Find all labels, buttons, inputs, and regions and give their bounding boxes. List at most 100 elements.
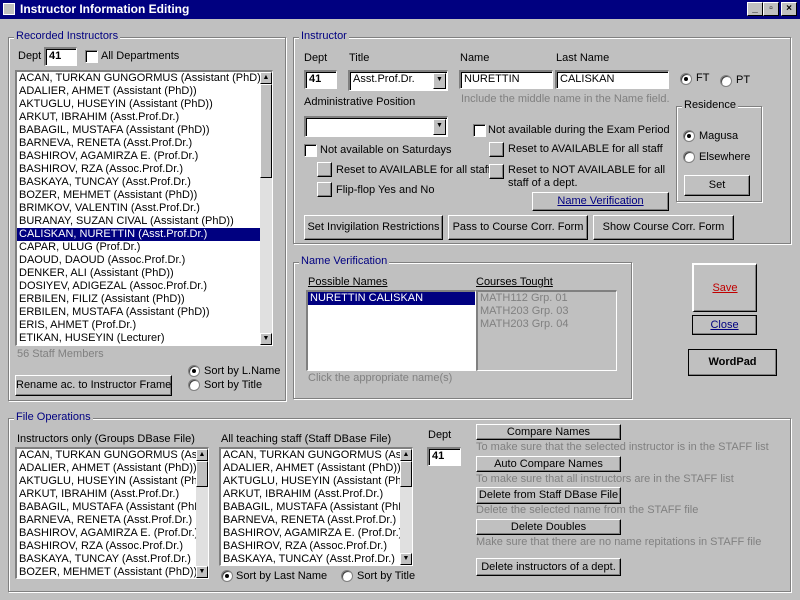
instructor-list-item[interactable]: ARKUT, IBRAHIM (Asst.Prof.Dr.) (17, 111, 272, 124)
auto-compare-button[interactable]: Auto Compare Names (476, 456, 621, 472)
recorded-instructors-list[interactable]: ACAN, TURKAN GUNGORMUS (Assistant (PhD))… (15, 70, 273, 346)
all-staff-list[interactable]: ACAN, TURKAN GUNGORMUS (Assistant (PhD))… (219, 447, 413, 566)
scroll-down-arrow-icon[interactable]: ▼ (260, 333, 272, 345)
all-staff-item[interactable]: BASHIROV, RZA (Assoc.Prof.Dr.) (221, 540, 412, 553)
possible-name-item[interactable]: NURETTIN CALISKAN (308, 292, 475, 305)
not-available-exam-checkbox[interactable] (473, 124, 486, 137)
instructor-list-item[interactable]: CALISKAN, NURETTIN (Asst.Prof.Dr.) (17, 228, 272, 241)
scroll-down-arrow-icon[interactable]: ▼ (196, 566, 208, 578)
all-staff-item[interactable]: ACAN, TURKAN GUNGORMUS (Assistant (PhD)) (221, 449, 412, 462)
elsewhere-radio[interactable] (683, 151, 695, 163)
instructor-list-item[interactable]: BASHIROV, RZA (Assoc.Prof.Dr.) (17, 163, 272, 176)
instructor-list-item[interactable]: ERIS, AHMET (Prof.Dr.) (17, 319, 272, 332)
pass-course-button[interactable]: Pass to Course Corr. Form (448, 215, 588, 240)
delete-dept-button[interactable]: Delete instructors of a dept. (476, 558, 621, 576)
instructors-only-item[interactable]: ACAN, TURKAN GUNGORMUS (Assistant (PhD)) (17, 449, 208, 462)
ft-radio[interactable] (680, 73, 692, 85)
close-window-button[interactable]: × (781, 2, 797, 16)
lastname-field[interactable]: CALISKAN (555, 70, 669, 89)
flip-flop-button[interactable] (317, 182, 332, 197)
recorded-dept-field[interactable]: 41 (44, 47, 77, 66)
residence-title: Residence (682, 99, 738, 111)
all-staff-item[interactable]: BASHIROV, AGAMIRZA E. (Prof.Dr.) (221, 527, 412, 540)
instructors-only-item[interactable]: BABAGIL, MUSTAFA (Assistant (PhD)) (17, 501, 208, 514)
instructors-only-item[interactable]: BASHIROV, RZA (Assoc.Prof.Dr.) (17, 540, 208, 553)
instructors-only-item[interactable]: ADALIER, AHMET (Assistant (PhD)) (17, 462, 208, 475)
instructor-list-item[interactable]: BABAGIL, MUSTAFA (Assistant (PhD)) (17, 124, 272, 137)
instructor-list-item[interactable]: BASHIROV, AGAMIRZA E. (Prof.Dr.) (17, 150, 272, 163)
admin-dropdown-arrow-icon[interactable]: ▼ (433, 119, 446, 135)
delete-staff-button[interactable]: Delete from Staff DBase File (476, 487, 621, 504)
all-staff-item[interactable]: ARKUT, IBRAHIM (Asst.Prof.Dr.) (221, 488, 412, 501)
instructor-list-item[interactable]: ETIKAN, HUSEYIN (Lecturer) (17, 332, 272, 345)
all-staff-scrollbar[interactable]: ▲ ▼ (400, 449, 412, 565)
instructor-list-item[interactable]: BOZER, MEHMET (Assistant (PhD)) (17, 189, 272, 202)
reset-not-available-button[interactable] (489, 164, 504, 179)
set-invigilation-button[interactable]: Set Invigilation Restrictions (304, 215, 443, 240)
not-available-saturdays-checkbox[interactable] (304, 144, 317, 157)
instructor-list-item[interactable]: BURANAY, SUZAN CIVAL (Assistant (PhD)) (17, 215, 272, 228)
all-staff-item[interactable]: ADALIER, AHMET (Assistant (PhD)) (221, 462, 412, 475)
reset-available-left-button[interactable] (317, 162, 332, 177)
magusa-radio[interactable] (683, 130, 695, 142)
instructor-list-item[interactable]: CAPAR, ULUG (Prof.Dr.) (17, 241, 272, 254)
instructor-list-item[interactable]: ERBILEN, FILIZ (Assistant (PhD)) (17, 293, 272, 306)
maximize-button[interactable]: ▫ (763, 2, 779, 16)
all-staff-item[interactable]: BARNEVA, RENETA (Asst.Prof.Dr.) (221, 514, 412, 527)
name-field[interactable]: NURETTIN (459, 70, 553, 89)
sort-last-name-radio[interactable] (221, 570, 233, 582)
reset-available-right-button[interactable] (489, 142, 504, 157)
wordpad-button[interactable]: WordPad (688, 349, 777, 376)
minimize-button[interactable]: _ (747, 2, 763, 16)
scroll-thumb[interactable] (196, 461, 208, 487)
scroll-up-arrow-icon[interactable]: ▲ (400, 449, 412, 461)
instructors-only-scrollbar[interactable]: ▲ ▼ (196, 449, 208, 578)
possible-names-list[interactable]: NURETTIN CALISKAN (306, 290, 476, 371)
instructors-only-item[interactable]: AKTUGLU, HUSEYIN (Assistant (PhD)) (17, 475, 208, 488)
sort-title-radio[interactable] (188, 379, 200, 391)
instructor-list-item[interactable]: DAOUD, DAOUD (Assoc.Prof.Dr.) (17, 254, 272, 267)
scroll-up-arrow-icon[interactable]: ▲ (260, 72, 272, 84)
instructors-only-item[interactable]: ARKUT, IBRAHIM (Asst.Prof.Dr.) (17, 488, 208, 501)
title-bar[interactable]: Instructor Information Editing _ ▫ × (0, 0, 800, 19)
scroll-down-arrow-icon[interactable]: ▼ (400, 553, 412, 565)
instructor-list-item[interactable]: ERBILEN, MUSTAFA (Assistant (PhD)) (17, 306, 272, 319)
close-button[interactable]: Close (692, 315, 757, 335)
title-dropdown-arrow-icon[interactable]: ▼ (433, 73, 446, 89)
compare-names-button[interactable]: Compare Names (476, 424, 621, 440)
all-staff-item[interactable]: AKTUGLU, HUSEYIN (Assistant (PhD)) (221, 475, 412, 488)
scroll-thumb[interactable] (260, 84, 272, 178)
instructor-list-item[interactable]: ACAN, TURKAN GUNGORMUS (Assistant (PhD)) (17, 72, 272, 85)
instructor-list-item[interactable]: AKTUGLU, HUSEYIN (Assistant (PhD)) (17, 98, 272, 111)
scroll-thumb[interactable] (400, 461, 412, 487)
show-course-button[interactable]: Show Course Corr. Form (593, 215, 734, 240)
instructors-only-item[interactable]: BASKAYA, TUNCAY (Asst.Prof.Dr.) (17, 553, 208, 566)
sort-lname-radio[interactable] (188, 365, 200, 377)
all-staff-item[interactable]: BASKAYA, TUNCAY (Asst.Prof.Dr.) (221, 553, 412, 565)
instructor-list-item[interactable]: BRIMKOV, VALENTIN (Asst.Prof.Dr.) (17, 202, 272, 215)
title-dropdown[interactable]: Asst.Prof.Dr. ▼ (348, 70, 448, 91)
name-verification-button[interactable]: Name Verification (532, 192, 669, 211)
instructor-list-item[interactable]: BASKAYA, TUNCAY (Asst.Prof.Dr.) (17, 176, 272, 189)
instructor-list-item[interactable]: BARNEVA, RENETA (Asst.Prof.Dr.) (17, 137, 272, 150)
delete-doubles-button[interactable]: Delete Doubles (476, 519, 621, 535)
instructors-only-item[interactable]: BASHIROV, AGAMIRZA E. (Prof.Dr.) (17, 527, 208, 540)
instructor-list-item[interactable]: DOSIYEV, ADIGEZAL (Assoc.Prof.Dr.) (17, 280, 272, 293)
all-staff-item[interactable]: BABAGIL, MUSTAFA (Assistant (PhD)) (221, 501, 412, 514)
scroll-up-arrow-icon[interactable]: ▲ (196, 449, 208, 461)
instructors-only-item[interactable]: BARNEVA, RENETA (Asst.Prof.Dr.) (17, 514, 208, 527)
instructors-only-item[interactable]: BOZER, MEHMET (Assistant (PhD)) (17, 566, 208, 578)
recorded-list-scrollbar[interactable]: ▲ ▼ (260, 72, 272, 345)
instructor-list-item[interactable]: ADALIER, AHMET (Assistant (PhD)) (17, 85, 272, 98)
instructors-only-list[interactable]: ACAN, TURKAN GUNGORMUS (Assistant (PhD))… (15, 447, 209, 579)
pt-radio[interactable] (720, 75, 732, 87)
all-departments-checkbox[interactable] (85, 50, 98, 63)
residence-set-button[interactable]: Set (684, 175, 750, 196)
instructor-list-item[interactable]: DENKER, ALI (Assistant (PhD)) (17, 267, 272, 280)
file-dept-field[interactable]: 41 (427, 447, 461, 466)
file-sort-title-radio[interactable] (341, 570, 353, 582)
save-button[interactable]: Save (692, 263, 757, 312)
rename-button[interactable]: Rename ac. to Instructor Frame (15, 375, 172, 396)
admin-position-dropdown[interactable]: ▼ (304, 116, 448, 137)
instructor-dept-field[interactable]: 41 (304, 70, 337, 89)
